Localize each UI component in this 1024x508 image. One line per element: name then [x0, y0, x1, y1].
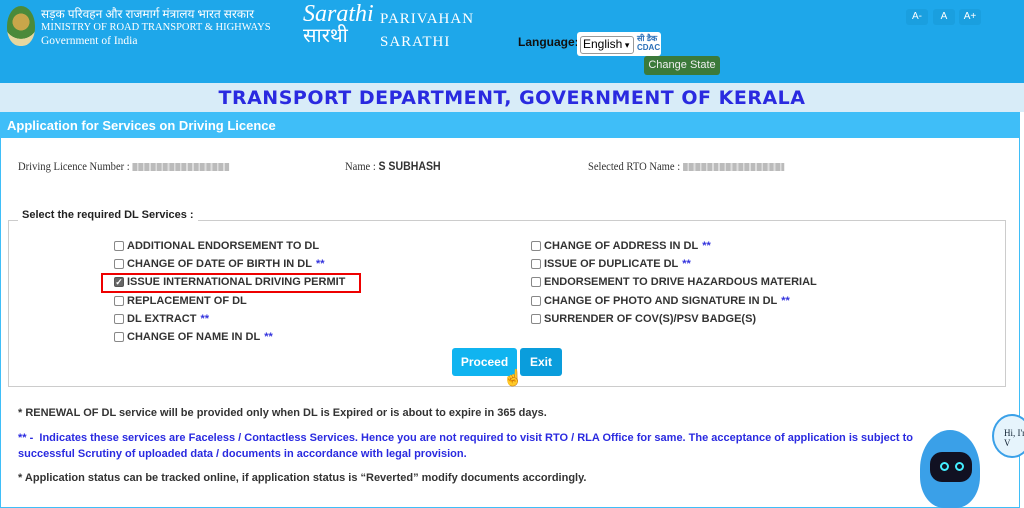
services-legend: Select the required DL Services :	[18, 209, 198, 221]
checkbox-icon[interactable]	[114, 241, 124, 251]
faceless-marker: **	[702, 240, 711, 252]
service-label: CHANGE OF NAME IN DL	[127, 331, 261, 343]
change-state-button[interactable]: Change State	[644, 56, 720, 75]
service-label: ENDORSEMENT TO DRIVE HAZARDOUS MATERIAL	[544, 276, 817, 289]
ministry-hindi: सड़क परिवहन और राजमार्ग मंत्रालय भारत सर…	[41, 7, 254, 21]
checkbox-icon[interactable]	[531, 241, 541, 251]
service-checkbox-item[interactable]: CHANGE OF DATE OF BIRTH IN DL **	[114, 258, 325, 270]
service-checkbox-item[interactable]: CHANGE OF NAME IN DL **	[114, 331, 273, 343]
chatbot-face	[930, 452, 972, 482]
ministry-name: MINISTRY OF ROAD TRANSPORT & HIGHWAYS	[41, 22, 271, 33]
national-emblem-logo	[7, 6, 35, 46]
service-checkbox-item[interactable]: CHANGE OF ADDRESS IN DL **	[531, 240, 711, 252]
service-label: DL EXTRACT	[127, 312, 197, 325]
service-label: REPLACEMENT OF DL	[127, 294, 247, 307]
service-label: ISSUE OF DUPLICATE DL	[544, 258, 679, 271]
checkbox-icon[interactable]	[531, 259, 541, 270]
chatbot-bubble[interactable]: Hi, I'm V	[992, 414, 1024, 458]
service-checkbox-item[interactable]: DL EXTRACT **	[114, 313, 209, 325]
government-name: Government of India	[41, 35, 138, 47]
highlight-box	[101, 273, 361, 293]
chatbot-eye-icon	[940, 462, 949, 471]
dl-number-redacted	[132, 163, 230, 172]
rto-name: Selected RTO Name :	[588, 159, 784, 174]
faceless-marker: **	[200, 312, 210, 325]
service-checkbox-item[interactable]: CHANGE OF PHOTO AND SIGNATURE IN DL **	[531, 295, 790, 307]
renewal-note: * RENEWAL OF DL service will be provided…	[18, 407, 547, 419]
service-checkbox-item[interactable]: SURRENDER OF COV(S)/PSV BADGE(S)	[531, 313, 756, 325]
brand-sarathi: SARATHI	[380, 34, 451, 50]
checkbox-icon[interactable]	[114, 332, 124, 342]
service-label: SURRENDER OF COV(S)/PSV BADGE(S)	[544, 312, 757, 325]
service-label: CHANGE OF DATE OF BIRTH IN DL	[127, 258, 312, 271]
language-select[interactable]: English ▾	[580, 36, 634, 54]
faceless-marker: **	[315, 258, 325, 271]
service-checkbox-item[interactable]: ADDITIONAL ENDORSEMENT TO DL	[114, 240, 319, 252]
sarathi-logo: Sarathi सारथी	[303, 1, 374, 47]
chatbot-eye-icon	[955, 462, 964, 471]
applicant-name: Name : S SUBHASH	[345, 159, 441, 173]
page-title: TRANSPORT DEPARTMENT, GOVERNMENT OF KERA…	[0, 83, 1024, 112]
brand-parivahan: PARIVAHAN	[380, 11, 475, 27]
checkbox-icon[interactable]	[531, 313, 541, 324]
cdac-logo: सी डैक CDAC	[637, 34, 661, 52]
chevron-down-icon: ▾	[622, 40, 630, 50]
exit-button[interactable]: Exit	[520, 348, 562, 376]
service-checkbox-item[interactable]: ISSUE OF DUPLICATE DL **	[531, 258, 691, 270]
panel-heading: Application for Services on Driving Lice…	[0, 113, 1020, 138]
rto-name-redacted	[682, 163, 784, 172]
faceless-note: ** - Indicates these services are Facele…	[18, 432, 913, 460]
service-label: ADDITIONAL ENDORSEMENT TO DL	[127, 240, 320, 252]
checkbox-icon[interactable]	[531, 277, 541, 288]
service-checkbox-item[interactable]: REPLACEMENT OF DL	[114, 295, 247, 307]
service-label: CHANGE OF ADDRESS IN DL	[544, 240, 699, 252]
language-label: Language:	[518, 35, 579, 49]
font-reset-button[interactable]: A	[933, 9, 955, 25]
font-increase-button[interactable]: A+	[959, 9, 981, 25]
status-note: * Application status can be tracked onli…	[18, 472, 587, 484]
checkbox-icon[interactable]	[114, 259, 124, 270]
faceless-marker: **	[682, 258, 691, 271]
checkbox-icon[interactable]	[531, 295, 541, 306]
faceless-marker: **	[264, 331, 273, 343]
checkbox-icon[interactable]	[114, 313, 124, 324]
dl-number: Driving Licence Number :	[18, 159, 230, 174]
faceless-marker: **	[781, 294, 790, 307]
checkbox-icon[interactable]	[114, 295, 124, 306]
service-label: CHANGE OF PHOTO AND SIGNATURE IN DL	[544, 294, 778, 307]
hand-cursor-icon: ☝	[503, 370, 523, 387]
service-checkbox-item[interactable]: ENDORSEMENT TO DRIVE HAZARDOUS MATERIAL	[531, 276, 817, 288]
font-decrease-button[interactable]: A-	[906, 9, 928, 25]
